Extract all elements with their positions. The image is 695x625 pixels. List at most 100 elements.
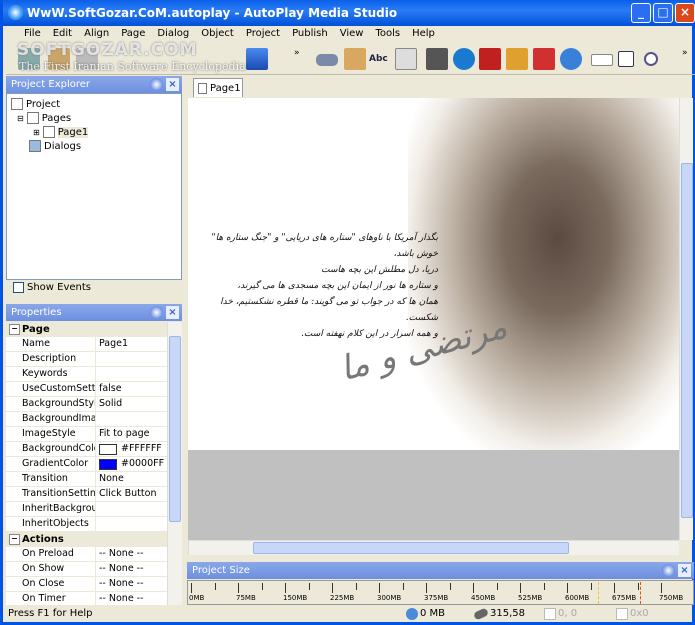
pin-icon[interactable] (150, 306, 163, 319)
flash-icon[interactable] (479, 48, 501, 70)
position-indicator: 0, 0 (544, 605, 577, 622)
project-explorer-header: Project Explorer × (6, 76, 182, 93)
color-swatch[interactable] (99, 458, 117, 470)
tree-node-page1[interactable]: ⊞ Page1 (33, 126, 89, 138)
pin-icon[interactable] (150, 78, 163, 91)
value-text: Solid (99, 398, 123, 409)
pin-icon[interactable] (662, 564, 675, 577)
page-icon (42, 126, 55, 138)
property-row[interactable]: GradientColor #0000FF (6, 457, 182, 472)
menu-object[interactable]: Object (197, 26, 242, 44)
value-text: None (99, 473, 124, 484)
expand-icon[interactable]: ⊞ (33, 128, 40, 137)
tree-label: Page1 (57, 126, 89, 138)
property-row[interactable]: On Close -- None -- (6, 577, 182, 592)
show-events-checkbox[interactable]: Show Events (13, 282, 91, 293)
text-object-icon[interactable]: Abc (369, 48, 391, 70)
scroll-thumb[interactable] (169, 336, 181, 522)
toolbar-overflow-icon[interactable]: » (294, 48, 300, 58)
scroll-thumb[interactable] (253, 542, 569, 554)
button-object-icon[interactable] (316, 54, 338, 66)
property-name: On Show (6, 562, 96, 576)
dimensions-value: 0x0 (630, 608, 649, 619)
property-row[interactable]: Keywords (6, 367, 182, 382)
radio-icon[interactable] (644, 52, 658, 66)
quicktime-icon[interactable] (453, 48, 475, 70)
paragraph-icon[interactable] (395, 48, 417, 70)
close-panel-button[interactable]: × (166, 306, 179, 319)
maximize-button[interactable]: □ (653, 3, 673, 23)
toolbar-overflow-icon[interactable]: » (682, 48, 688, 58)
property-row[interactable]: BackgroundColor #FFFFFF (6, 442, 182, 457)
close-button[interactable]: × (675, 3, 695, 23)
property-row[interactable]: ImageStyle Fit to page (6, 427, 182, 442)
menu-publish[interactable]: Publish (288, 26, 336, 44)
project-size-header: Project Size × (187, 562, 694, 579)
color-swatch[interactable] (99, 443, 117, 455)
input-icon[interactable] (591, 54, 613, 66)
value-text: -- None -- (99, 563, 144, 574)
tree-node-dialogs[interactable]: Dialogs (29, 140, 81, 152)
property-row[interactable]: Transition None (6, 472, 182, 487)
property-row[interactable]: Description (6, 352, 182, 367)
close-panel-button[interactable]: × (166, 78, 179, 91)
ruler-tick (449, 583, 451, 590)
canvas-hscroll[interactable] (188, 540, 679, 555)
collapse-icon[interactable]: ⊟ (17, 114, 24, 123)
property-row[interactable]: TransitionSettingsClick Button (6, 487, 182, 502)
size-limit-marker (598, 582, 599, 604)
menu-project[interactable]: Project (242, 26, 288, 44)
text-line: و ستاره ها نور از ایمان این بچه مسجدی ها… (237, 281, 438, 291)
tree-label: Project (26, 98, 61, 110)
checkbox-icon[interactable] (618, 51, 634, 67)
property-row[interactable]: BackgroundImage (6, 412, 182, 427)
minimize-button[interactable]: _ (631, 3, 651, 23)
size-value: 0 MB (420, 608, 446, 619)
scroll-thumb[interactable] (681, 163, 693, 518)
pages-icon (26, 112, 39, 124)
page-surface[interactable]: بگذار آمریکا با ناوهای "ستاره های دریایی… (188, 98, 679, 450)
watermark-logo: SOFTGOZAR.COM (17, 40, 198, 60)
property-row[interactable]: On Timer -- None -- (6, 592, 182, 605)
ruler-tick (261, 583, 263, 590)
position-value: 0, 0 (558, 608, 578, 619)
property-row[interactable]: On Show -- None -- (6, 562, 182, 577)
pdf-icon[interactable] (533, 48, 555, 70)
property-name: Transition (6, 472, 96, 486)
tree-node-project[interactable]: Project (11, 98, 60, 110)
slideshow-icon[interactable] (506, 48, 528, 70)
property-row[interactable]: On Preload -- None -- (6, 547, 182, 562)
ruler-tick (191, 583, 192, 593)
checkbox[interactable] (13, 282, 24, 293)
property-row[interactable]: BackgroundStyle Solid (6, 397, 182, 412)
property-row[interactable]: UseCustomSettin false (6, 382, 182, 397)
tab-label: Page1 (210, 82, 241, 94)
page-canvas[interactable]: بگذار آمریکا با ناوهای "ستاره های دریایی… (188, 98, 679, 540)
text-line: همان ها که در جواب تو می گویند: ما قطره … (220, 297, 438, 323)
preview-icon[interactable] (246, 48, 268, 70)
menu-help[interactable]: Help (408, 26, 443, 44)
close-panel-button[interactable]: × (678, 564, 691, 577)
canvas-vscroll[interactable] (679, 98, 693, 540)
property-name: Keywords (6, 367, 96, 381)
category-page[interactable]: Page (6, 322, 182, 337)
property-name: ImageStyle (6, 427, 96, 441)
category-actions[interactable]: Actions (6, 532, 182, 547)
web-icon[interactable] (560, 48, 582, 70)
paragraph-object[interactable]: بگذار آمریکا با ناوهای "ستاره های دریایی… (208, 230, 438, 342)
property-row[interactable]: InheritBackgroun (6, 502, 182, 517)
tree-node-pages[interactable]: ⊟ Pages (17, 112, 71, 124)
property-row[interactable]: Name Page1 (6, 337, 182, 352)
dimensions-icon (616, 607, 628, 620)
menu-tools[interactable]: Tools (371, 26, 408, 44)
image-object-icon[interactable] (344, 48, 366, 70)
property-row[interactable]: InheritObjects (6, 517, 182, 532)
portrait-image[interactable] (408, 98, 679, 450)
video-icon[interactable] (426, 48, 448, 70)
properties-scrollbar[interactable] (167, 322, 182, 605)
tab-page1[interactable]: Page1 (193, 78, 243, 97)
panel-title: Project Size (192, 565, 250, 576)
ruler-tick (520, 583, 521, 593)
property-name: BackgroundImage (6, 412, 96, 426)
menu-view[interactable]: View (336, 26, 372, 44)
